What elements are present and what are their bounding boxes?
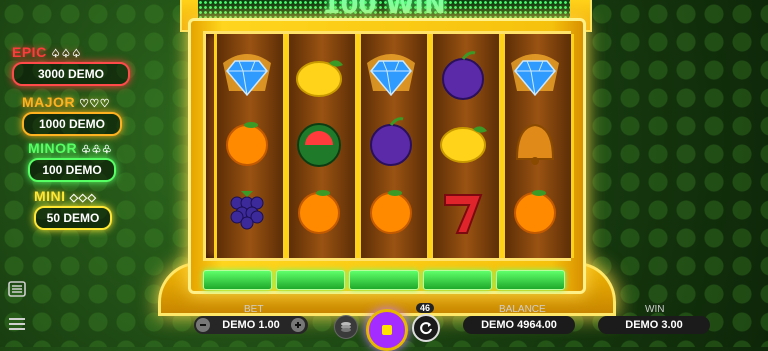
minus-button[interactable] — [196, 318, 210, 332]
balance-value: DEMO 4964.00 — [463, 316, 575, 334]
jackpot-mini-value: 50 DEMO — [34, 206, 112, 230]
symbol-orange — [226, 122, 268, 166]
jackpot-mini: MINI ◇◇◇ 50 DEMO — [34, 188, 112, 230]
plus-button[interactable] — [291, 318, 305, 332]
plus-icon — [295, 322, 301, 328]
symbol-orange — [370, 190, 412, 234]
jackpot-epic-value: 3000 DEMO — [12, 62, 130, 86]
list-icon[interactable] — [8, 281, 26, 297]
heart-icon: ♡♡♡ — [79, 98, 111, 110]
symbol-lemon — [440, 126, 487, 163]
panel-lights — [203, 270, 566, 290]
symbol-orange — [298, 190, 340, 234]
spin-stop-button[interactable] — [366, 309, 408, 351]
jackpot-major-title: MAJOR — [22, 94, 76, 110]
menu-icon[interactable] — [8, 317, 26, 331]
balance-label: BALANCE — [499, 304, 546, 315]
jackpot-mini-title: MINI — [34, 188, 66, 204]
autoplay-button[interactable] — [412, 314, 440, 342]
autoplay-count: 46 — [416, 303, 434, 313]
coins-button[interactable] — [334, 315, 358, 339]
symbol-orange — [514, 190, 556, 234]
win-label: WIN — [645, 304, 665, 315]
symbol-lemon — [296, 60, 343, 97]
symbol-watermelon — [297, 123, 341, 167]
symbol-diamond — [367, 54, 415, 97]
reel-symbols — [223, 51, 559, 234]
symbol-diamond — [511, 54, 559, 97]
jackpot-minor-title: MINOR — [28, 140, 78, 156]
symbol-plum — [442, 51, 484, 100]
jackpot-epic-title: EPIC — [12, 44, 47, 60]
jackpot-major-value: 1000 DEMO — [22, 112, 122, 136]
bet-label: BET — [244, 304, 264, 315]
stop-icon — [382, 325, 392, 335]
minus-icon — [200, 324, 206, 326]
spade-icon: ♤♤♤ — [50, 48, 82, 60]
club-icon: ♧♧♧ — [81, 144, 113, 156]
jackpot-major: MAJOR ♡♡♡ 1000 DEMO — [22, 94, 122, 136]
symbol-plum — [370, 117, 412, 166]
coins-icon — [341, 322, 351, 332]
symbol-diamond — [223, 54, 271, 97]
symbol-grapes — [230, 191, 264, 230]
symbol-seven — [444, 194, 483, 234]
symbol-bell — [515, 123, 555, 165]
bet-value: DEMO 1.00 — [222, 319, 280, 331]
autoplay-icon — [420, 322, 432, 335]
jackpot-minor-value: 100 DEMO — [28, 158, 116, 182]
diamond-suit-icon: ◇◇◇ — [69, 192, 97, 204]
jackpot-minor: MINOR ♧♧♧ 100 DEMO — [28, 140, 116, 182]
jackpot-epic: EPIC ♤♤♤ 3000 DEMO — [12, 44, 130, 86]
win-value: DEMO 3.00 — [598, 316, 710, 334]
